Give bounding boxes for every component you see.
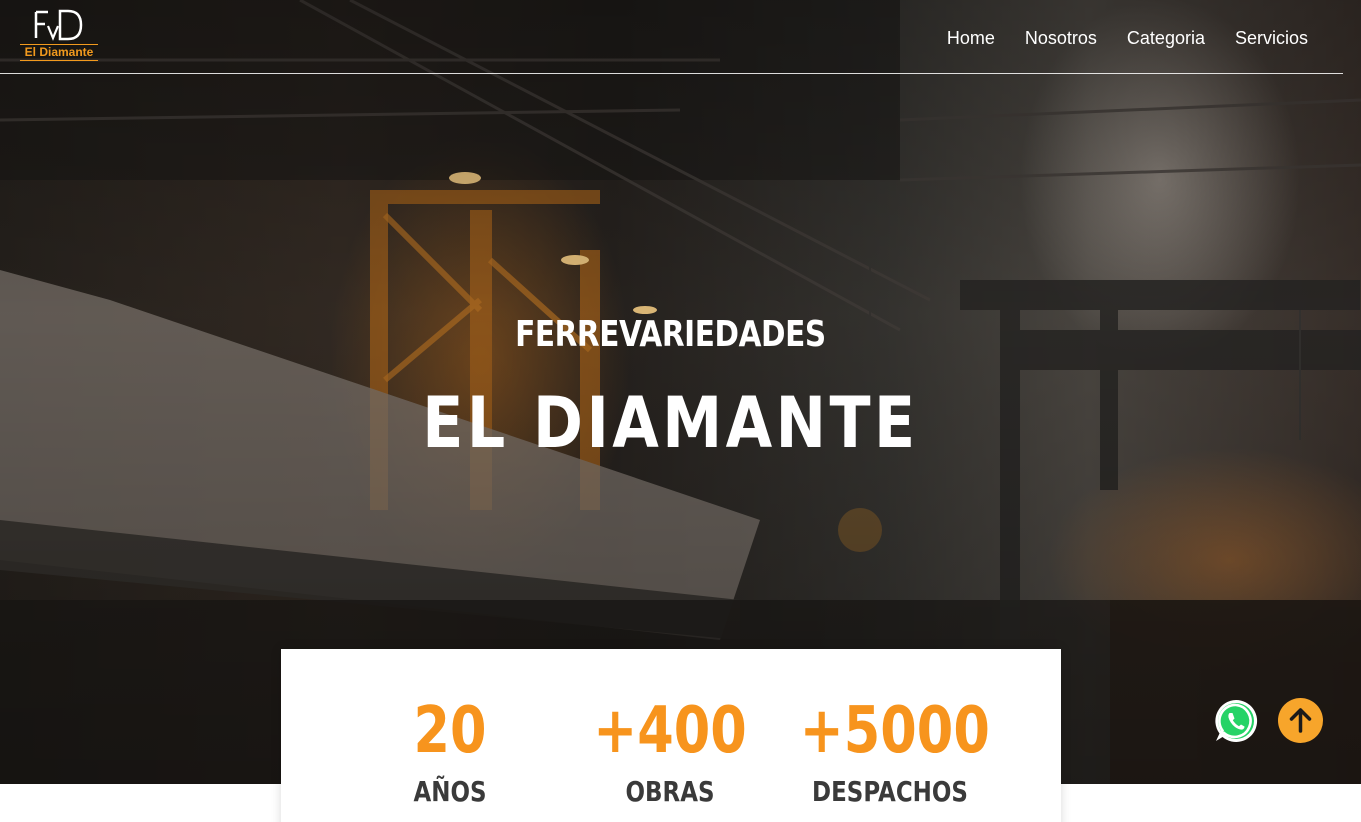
hero-title: EL DIAMANTE [422,382,919,464]
page: El Diamante Home Nosotros Categoria Serv… [0,0,1361,822]
logo-mark-icon [34,9,83,41]
logo-text: El Diamante [20,44,98,61]
stats-card: 20 AÑOS +400 OBRAS +5000 DESPACHOS [281,649,1061,822]
stat-label: AÑOS [413,775,487,808]
logo[interactable]: El Diamante [20,8,98,64]
scroll-top-button[interactable] [1278,698,1323,743]
main-nav: Home Nosotros Categoria Servicios [947,26,1308,50]
stat-value: +5000 [799,694,990,768]
stat-years: 20 AÑOS [340,691,560,809]
stat-label: DESPACHOS [812,775,968,808]
nav-categoria[interactable]: Categoria [1127,26,1205,50]
stat-works: +400 OBRAS [560,691,780,809]
nav-home[interactable]: Home [947,26,995,50]
stat-dispatches: +5000 DESPACHOS [780,691,1000,809]
stat-value: +400 [593,694,747,768]
stat-value: 20 [413,694,487,768]
stat-label: OBRAS [625,775,715,808]
whatsapp-button[interactable] [1212,697,1260,745]
arrow-up-icon [1289,708,1312,733]
site-header: El Diamante Home Nosotros Categoria Serv… [0,0,1343,74]
nav-nosotros[interactable]: Nosotros [1025,26,1097,50]
whatsapp-icon [1215,699,1258,742]
hero-subtitle: FERREVARIEDADES [515,314,826,355]
nav-servicios[interactable]: Servicios [1235,26,1308,50]
